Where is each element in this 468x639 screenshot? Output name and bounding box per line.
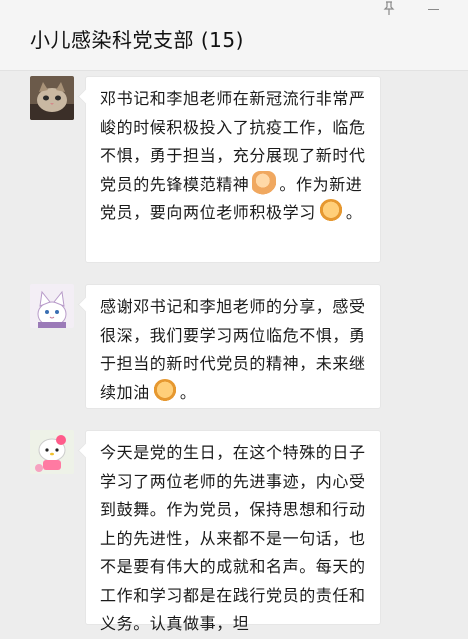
message-text: 感谢邓书记和李旭老师的分享，感受很深，我们要学习两位临危不惧，勇于担当的新时代党…: [100, 297, 366, 402]
chat-header: 小儿感染科党支部 (15): [0, 0, 468, 71]
pin-icon[interactable]: [378, 0, 400, 18]
flexed-biceps-emoji: [252, 170, 277, 195]
message-bubble[interactable]: 感谢邓书记和李旭老师的分享，感受很深，我们要学习两位临危不惧，勇于担当的新时代党…: [85, 284, 381, 409]
chat-title: 小儿感染科党支部 (15): [30, 28, 244, 52]
raised-fist-emoji: [318, 199, 343, 223]
message-bubble[interactable]: 今天是党的生日，在这个特殊的日子学习了两位老师的先进事迹，内心受到鼓舞。作为党员…: [85, 430, 381, 633]
message-text: 今天是党的生日，在这个特殊的日子学习了两位老师的先进事迹，内心受到鼓舞。作为党员…: [100, 443, 366, 633]
hello-kitty-avatar[interactable]: [30, 430, 74, 474]
raised-fist-emoji: [152, 378, 177, 403]
message-bubble[interactable]: 邓书记和李旭老师在新冠流行非常严峻的时候积极投入了抗疫工作，临危不惧，勇于担当，…: [85, 76, 381, 263]
message-text: 。: [345, 203, 363, 222]
minimize-icon[interactable]: [423, 0, 445, 18]
cartoon-cat-avatar[interactable]: [30, 284, 74, 328]
cat-avatar[interactable]: [30, 76, 74, 120]
message-text: 。: [179, 382, 197, 402]
